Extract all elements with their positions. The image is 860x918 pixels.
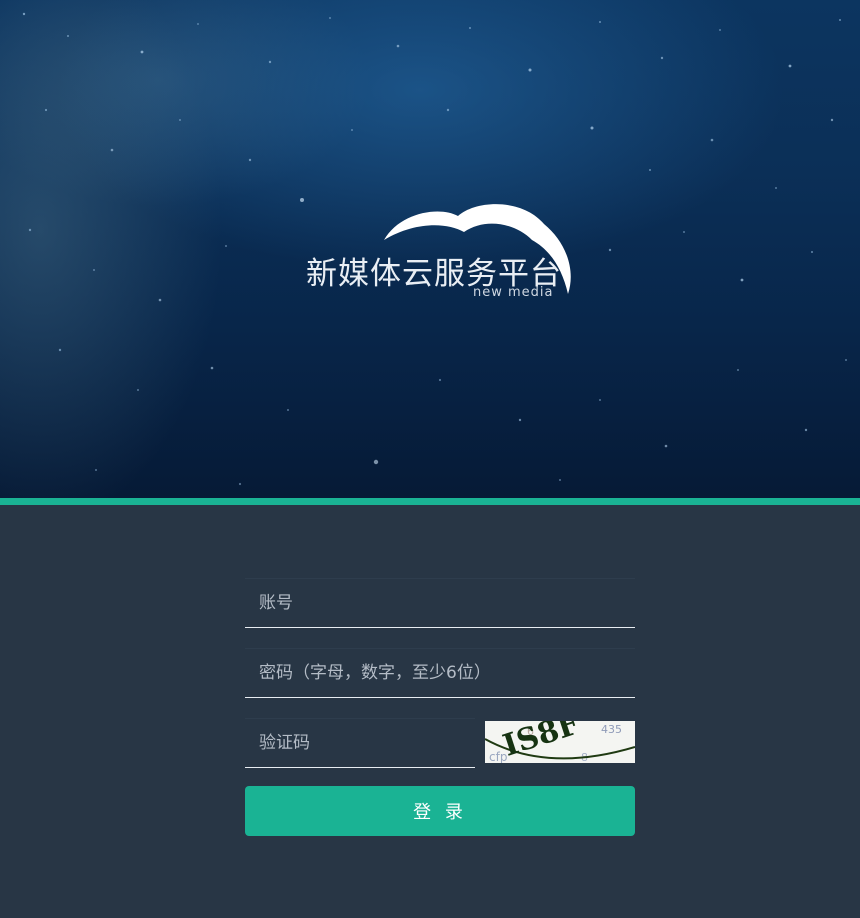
login-form: cfp 435 6 8 IS8F 登 录 <box>245 578 635 836</box>
accent-divider <box>0 498 860 505</box>
login-button[interactable]: 登 录 <box>245 786 635 836</box>
captcha-input[interactable] <box>245 719 475 767</box>
brand-logo: 新媒体云服务平台 new media <box>300 198 580 308</box>
hero-banner: 新媒体云服务平台 new media <box>0 0 860 498</box>
captcha-graphic: cfp 435 6 8 IS8F <box>485 721 635 763</box>
password-input[interactable] <box>245 649 635 697</box>
captcha-field <box>245 718 475 768</box>
account-field <box>245 578 635 628</box>
password-field <box>245 648 635 698</box>
brand-subtitle: new media <box>473 285 554 300</box>
svg-text:cfp: cfp <box>489 750 507 763</box>
captcha-row: cfp 435 6 8 IS8F <box>245 718 635 768</box>
captcha-image[interactable]: cfp 435 6 8 IS8F <box>485 721 635 763</box>
svg-text:435: 435 <box>601 723 622 736</box>
account-input[interactable] <box>245 579 635 627</box>
